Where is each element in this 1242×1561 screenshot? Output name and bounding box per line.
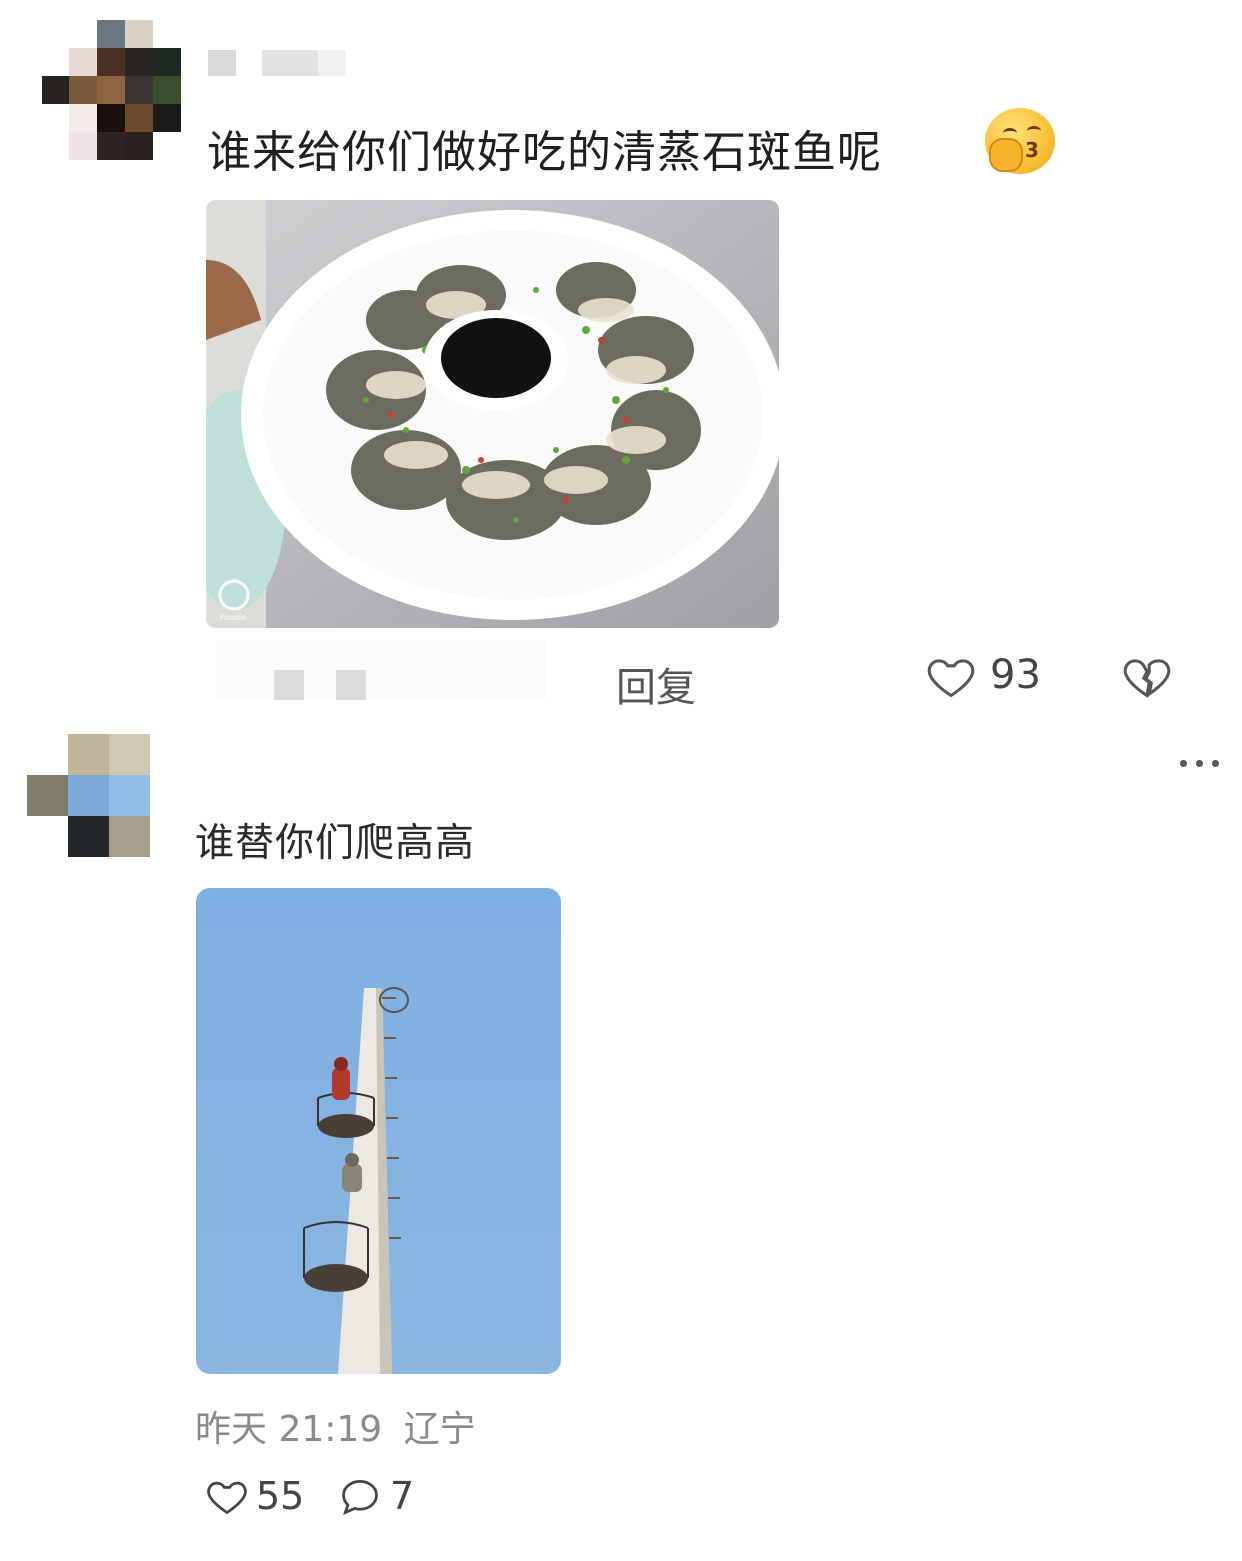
like-count: 55 [256,1474,305,1518]
heart-outline-icon [927,659,975,698]
username-redacted [318,50,346,76]
comment-text: 谁来给你们做好吃的清蒸石斑鱼呢 [207,127,882,178]
foodie-watermark: Foodie [220,613,246,622]
broken-heart-icon[interactable] [1120,650,1174,702]
avatar[interactable] [42,20,182,160]
redacted-block [274,670,304,700]
comment-text: 谁替你们爬高高 [195,821,476,866]
comment-button[interactable]: 7 [338,1474,428,1520]
redacted-block [336,670,366,700]
heart-outline-icon [207,1481,247,1515]
worker-climbing-tower-photo[interactable] [196,888,561,1374]
like-button[interactable]: 93 [924,650,1049,704]
reply-count: 7 [390,1474,415,1518]
timestamp-location: 昨天 21:19 辽宁 [195,1400,476,1452]
more-dots-icon[interactable] [1176,756,1224,772]
timestamp: 昨天 21:19 [195,1409,383,1450]
avatar[interactable] [27,734,151,858]
like-button[interactable]: 55 [204,1474,314,1520]
comment-bubble-icon [342,1479,378,1515]
redacted-bar [216,640,546,700]
reply-button[interactable]: 回复 [616,655,696,713]
location: 辽宁 [403,1409,476,1450]
shushing-face-emoji: 3 [985,108,1055,174]
steamed-grouper-plate-photo[interactable]: Foodie [206,200,779,628]
username-redacted[interactable] [208,50,236,76]
username-redacted [262,50,318,76]
like-count: 93 [990,652,1041,698]
